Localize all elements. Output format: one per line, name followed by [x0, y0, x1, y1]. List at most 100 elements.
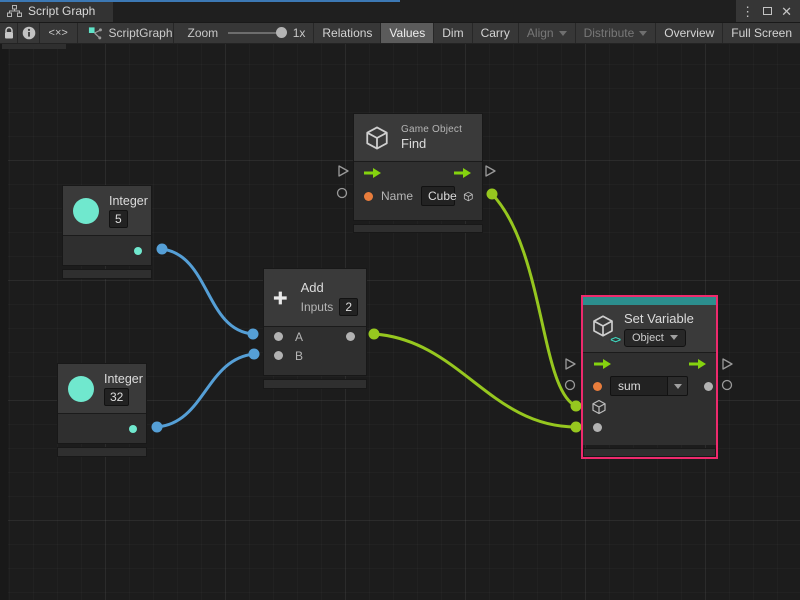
integer-icon [68, 376, 94, 402]
variable-select-value[interactable]: sum [610, 376, 668, 396]
zoom-value: 1x [293, 26, 306, 40]
node-footer [353, 224, 483, 233]
node-header[interactable]: Game Object Find [354, 114, 482, 161]
integer-output-port[interactable] [134, 247, 142, 255]
node-title: Integer [109, 194, 148, 208]
gameobject-input-port[interactable] [591, 399, 607, 415]
fullscreen-button[interactable]: Full Screen [722, 23, 800, 43]
wire-end-dot[interactable] [248, 329, 259, 340]
graph-toolbar: <×> ScriptGraph Zoom 1x Relations Values… [0, 22, 800, 44]
inputs-label: Inputs [301, 300, 334, 314]
variable-code-icon: <> [610, 335, 620, 346]
tab-title: Script Graph [28, 4, 95, 18]
variable-select-button[interactable] [668, 376, 688, 396]
tab-script-graph[interactable]: Script Graph [0, 0, 113, 22]
add-input-b-port[interactable] [274, 351, 283, 360]
node-gameobject-find[interactable]: Game Object Find Name Cube [353, 113, 483, 233]
node-title: Add [301, 280, 358, 295]
node-set-variable[interactable]: <> Set Variable Object [581, 295, 718, 459]
node-title: Integer [104, 372, 143, 386]
add-output-port[interactable] [346, 332, 355, 341]
caret-down-icon [559, 31, 567, 36]
name-label: Name [381, 189, 413, 203]
wire-end-dot[interactable] [249, 349, 260, 360]
carry-button[interactable]: Carry [472, 23, 518, 43]
distribute-button[interactable]: Distribute [575, 23, 656, 43]
script-graph-asset-icon [88, 26, 103, 40]
node-footer [57, 447, 147, 457]
relations-button[interactable]: Relations [313, 23, 380, 43]
integer-icon [73, 198, 99, 224]
node-title: Set Variable [624, 311, 694, 326]
cube-icon [364, 125, 390, 151]
node-header[interactable]: Add Inputs 2 [264, 269, 366, 326]
window-maximize-icon[interactable] [763, 7, 772, 15]
window-menu-icon[interactable]: ⋮ [741, 5, 754, 18]
caret-down-icon [639, 31, 647, 36]
add-input-a-port[interactable] [274, 332, 283, 341]
values-button[interactable]: Values [380, 23, 433, 43]
info-icon [22, 26, 36, 40]
variable-value-out-port[interactable] [704, 382, 713, 391]
wire-end-dot[interactable] [571, 422, 582, 433]
canvas-left-edge [0, 44, 8, 600]
wire-end-dot[interactable] [369, 329, 380, 340]
plus-icon [272, 285, 289, 311]
port-label: A [295, 330, 303, 344]
wire-end-dot[interactable] [571, 401, 582, 412]
window-controls: ⋮ ✕ [736, 0, 800, 22]
wire-end-dot[interactable] [487, 189, 498, 200]
node-header[interactable]: <> Set Variable Object [583, 305, 716, 352]
zoom-slider-handle[interactable] [276, 27, 287, 38]
node-title: Find [401, 136, 462, 151]
node-integer-32[interactable]: Integer 32 [57, 363, 147, 457]
edit-code-button[interactable]: <×> [40, 23, 78, 43]
node-add[interactable]: Add Inputs 2 A B [263, 268, 367, 389]
inputs-count-field[interactable]: 2 [339, 298, 358, 316]
variable-select[interactable]: sum [610, 376, 688, 396]
dim-button[interactable]: Dim [433, 23, 471, 43]
wire-end-dot[interactable] [152, 422, 163, 433]
variable-scope-dropdown[interactable]: Object [624, 329, 686, 347]
gameobject-output-icon[interactable] [463, 189, 474, 204]
graph-name-label: ScriptGraph [108, 26, 172, 40]
lock-button[interactable] [0, 23, 18, 43]
toolbar-buttons: Relations Values Dim Carry Align Distrib… [313, 23, 800, 43]
window-close-icon[interactable]: ✕ [781, 5, 792, 18]
flow-in-arrow-icon[interactable] [363, 167, 383, 179]
port-label: B [295, 349, 303, 363]
title-bar: Script Graph ⋮ ✕ [0, 0, 800, 22]
flow-in-arrow-icon[interactable] [593, 358, 613, 370]
name-input-port[interactable] [364, 192, 373, 201]
node-footer [583, 448, 716, 457]
caret-down-icon [670, 335, 678, 340]
canvas-top-left-stub [2, 44, 66, 49]
value-input-port[interactable] [593, 423, 602, 432]
flow-out-arrow-icon[interactable] [688, 358, 708, 370]
focus-highlight-line [0, 0, 400, 2]
lock-icon [3, 26, 15, 40]
overview-button[interactable]: Overview [655, 23, 722, 43]
flow-out-arrow-icon[interactable] [453, 167, 473, 179]
node-footer [263, 379, 367, 389]
node-header[interactable]: Integer 5 [63, 186, 151, 235]
graph-tab-icon [7, 5, 22, 17]
variable-name-port[interactable] [593, 382, 602, 391]
zoom-slider[interactable] [228, 32, 285, 34]
info-button[interactable] [18, 23, 40, 43]
graph-breadcrumb[interactable]: ScriptGraph [78, 23, 174, 43]
node-header[interactable]: Integer 32 [58, 364, 146, 413]
name-value-field[interactable]: Cube [421, 186, 455, 206]
integer-value-field[interactable]: 5 [109, 210, 128, 228]
align-button[interactable]: Align [518, 23, 575, 43]
node-category: Game Object [401, 124, 462, 135]
integer-output-port[interactable] [129, 425, 137, 433]
node-integer-5[interactable]: Integer 5 [62, 185, 152, 279]
code-icon: <×> [49, 27, 68, 39]
integer-value-field[interactable]: 32 [104, 388, 129, 406]
variable-node-strip [583, 297, 716, 305]
zoom-label: Zoom [188, 26, 219, 40]
wire-end-dot[interactable] [157, 244, 168, 255]
caret-down-icon [674, 384, 682, 389]
node-footer [62, 269, 152, 279]
